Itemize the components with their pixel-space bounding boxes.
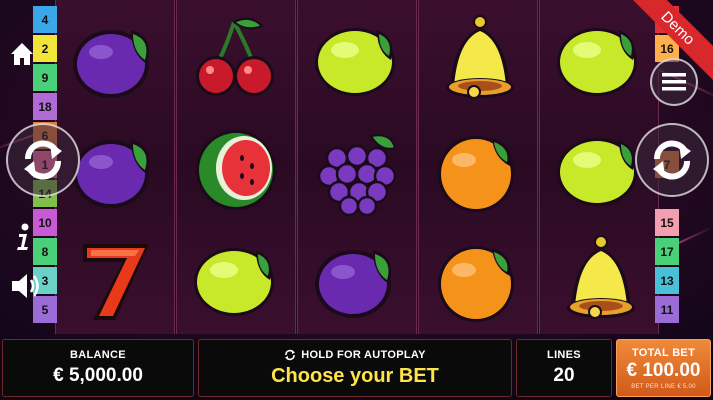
bell-icon	[567, 235, 635, 319]
grapes-icon	[317, 134, 397, 217]
plum-icon	[315, 250, 391, 318]
spin-button-left[interactable]	[6, 123, 80, 197]
reel-2	[176, 0, 296, 334]
reel-4	[418, 0, 538, 334]
lemon-symbol	[177, 224, 295, 332]
lemon-icon	[315, 28, 395, 96]
balance-panel: BALANCE € 5,000.00	[2, 339, 194, 397]
spin-button-right[interactable]	[635, 123, 709, 197]
plum-icon	[73, 30, 149, 98]
bell-symbol	[419, 4, 537, 112]
right-line-number: 17	[655, 238, 679, 265]
grapes-symbol	[298, 114, 416, 222]
spin-arrows-icon	[653, 140, 691, 180]
orange-icon	[438, 136, 514, 212]
info-button[interactable]	[10, 222, 36, 252]
total-bet-label: TOTAL BET	[631, 346, 696, 359]
orange-icon	[438, 246, 514, 322]
total-bet-value: € 100.00	[626, 359, 701, 381]
lines-label: LINES	[547, 349, 581, 361]
seven-icon	[83, 244, 149, 320]
demo-label: Demo	[633, 0, 713, 80]
autoplay-arrows-icon	[285, 349, 296, 360]
right-line-number: 15	[655, 209, 679, 236]
autoplay-label: HOLD FOR AUTOPLAY	[301, 348, 426, 361]
left-line-number: 8	[33, 238, 57, 265]
orange-symbol	[419, 224, 537, 332]
choose-bet-label: Choose your BET	[271, 364, 439, 387]
cherry-icon	[196, 17, 274, 96]
demo-ribbon: Demo	[633, 0, 713, 80]
cherry-symbol	[177, 4, 295, 112]
info-icon	[17, 223, 29, 250]
reel-3	[297, 0, 417, 334]
reel-area	[55, 0, 659, 334]
left-line-number: 9	[33, 64, 57, 91]
lemon-icon	[194, 248, 274, 316]
balance-label: BALANCE	[70, 349, 126, 361]
seven-symbol	[56, 224, 174, 332]
balance-value: € 5,000.00	[53, 365, 143, 386]
lines-value: 20	[553, 365, 575, 386]
bet-per-line: BET PER LINE € 5.00	[631, 383, 696, 390]
home-icon	[11, 43, 33, 65]
sound-button[interactable]	[8, 268, 44, 304]
plum-symbol	[56, 4, 174, 112]
left-line-number: 18	[33, 93, 57, 120]
watermelon-symbol	[177, 114, 295, 222]
spin-arrows-icon	[24, 140, 62, 180]
lines-panel[interactable]: LINES 20	[516, 339, 612, 397]
choose-bet-button[interactable]: HOLD FOR AUTOPLAY Choose your BET	[198, 339, 512, 397]
watermelon-icon	[196, 130, 276, 210]
plum-icon	[73, 140, 149, 208]
left-line-number: 2	[33, 35, 57, 62]
left-line-number: 10	[33, 209, 57, 236]
bell-symbol	[540, 224, 658, 332]
orange-symbol	[419, 114, 537, 222]
autoplay-row: HOLD FOR AUTOPLAY	[284, 349, 425, 361]
right-line-number: 11	[655, 296, 679, 323]
left-line-number: 4	[33, 6, 57, 33]
right-line-number: 13	[655, 267, 679, 294]
bell-icon	[446, 15, 514, 99]
lemon-icon	[557, 138, 637, 206]
speaker-icon	[12, 274, 39, 298]
plum-symbol	[298, 224, 416, 332]
lemon-symbol	[298, 4, 416, 112]
home-button[interactable]	[8, 40, 36, 68]
total-bet-panel[interactable]: TOTAL BET € 100.00 BET PER LINE € 5.00	[616, 339, 711, 397]
